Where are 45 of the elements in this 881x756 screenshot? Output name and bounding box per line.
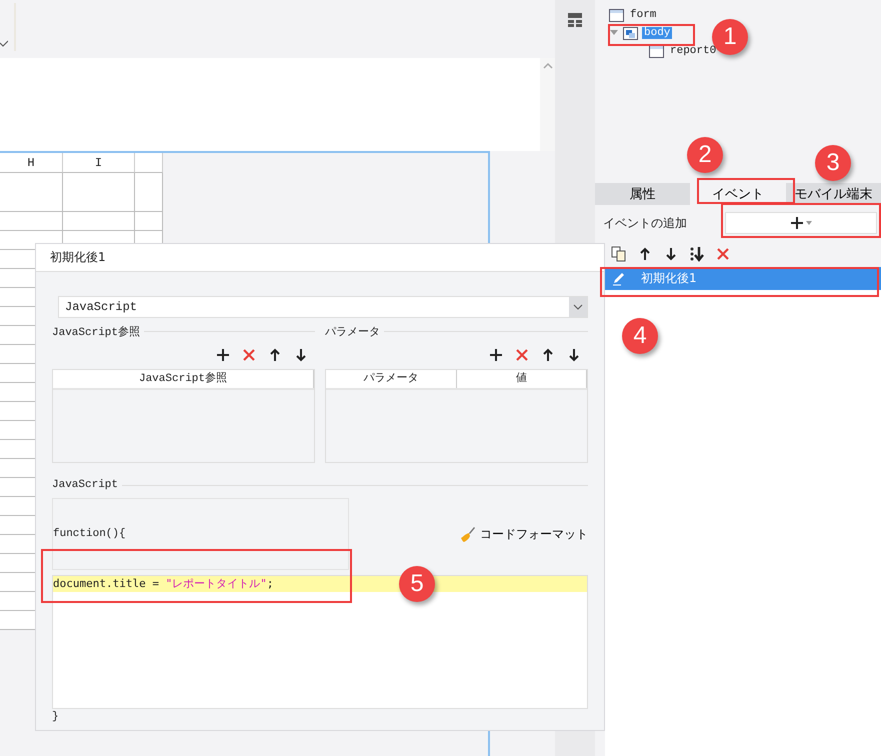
caret-down-icon	[806, 221, 812, 225]
expand-arrow-icon[interactable]	[609, 29, 619, 37]
page-icon	[609, 8, 624, 22]
add-icon	[790, 216, 804, 230]
step-marker: 2	[687, 137, 723, 173]
table-cell[interactable]	[0, 173, 63, 212]
delete-icon[interactable]	[241, 347, 257, 363]
column-header: パラメータ	[326, 370, 456, 388]
delete-icon[interactable]	[514, 347, 530, 363]
column-header: 値	[456, 370, 587, 388]
data-table[interactable]: パラメータ 値	[325, 369, 588, 463]
column-header: JavaScript参照	[53, 370, 314, 388]
action-type-dropdown[interactable]: JavaScript	[58, 296, 588, 318]
chevron-down-icon[interactable]	[0, 40, 8, 48]
chevron-down-icon[interactable]	[569, 297, 587, 317]
layout-icon[interactable]	[567, 12, 583, 28]
code-text: function(){	[53, 528, 126, 540]
tree-node[interactable]: report0	[668, 45, 718, 57]
move-to-bottom-icon[interactable]	[689, 246, 705, 262]
add-icon[interactable]	[215, 347, 231, 363]
tree-node[interactable]: form	[628, 9, 658, 21]
table-cell[interactable]	[135, 173, 163, 212]
add-icon[interactable]	[488, 347, 504, 363]
data-table[interactable]: JavaScript参照	[52, 369, 315, 463]
section-title: JavaScript	[52, 479, 118, 491]
table-cell[interactable]	[63, 212, 135, 231]
broom-icon	[460, 526, 476, 542]
table-cell[interactable]	[135, 212, 163, 231]
delete-icon[interactable]	[715, 246, 731, 262]
column-header[interactable]: I	[63, 153, 135, 173]
container-icon	[623, 26, 638, 40]
pencil-icon	[611, 270, 627, 286]
step-marker: 3	[815, 145, 851, 181]
table-cell[interactable]	[63, 173, 135, 212]
add-event-label: イベントの追加	[603, 214, 687, 232]
code-text: }	[52, 711, 60, 723]
section-title: パラメータ	[325, 326, 380, 339]
table-cell[interactable]	[0, 212, 63, 231]
section-title: JavaScript参照	[52, 325, 140, 339]
scroll-up-icon[interactable]	[542, 62, 552, 70]
column-header[interactable]: H	[0, 153, 63, 173]
copy-icon[interactable]	[611, 246, 627, 262]
format-code-button[interactable]: コードフォーマット	[460, 526, 588, 542]
dialog-title: 初期化後1	[36, 244, 604, 272]
page-icon	[649, 44, 664, 58]
